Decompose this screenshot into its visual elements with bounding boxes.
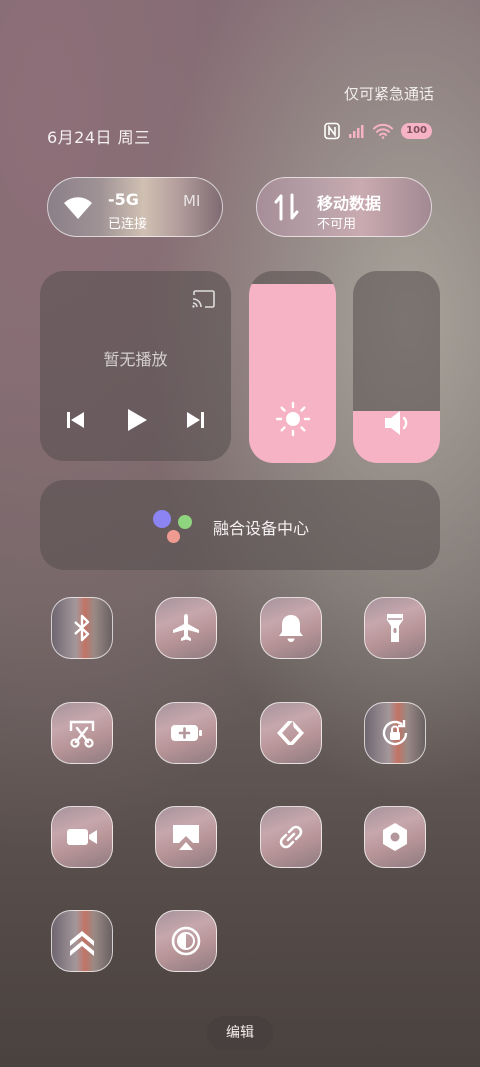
next-icon[interactable] bbox=[183, 408, 207, 432]
volume-slider[interactable] bbox=[353, 271, 440, 463]
previous-icon[interactable] bbox=[64, 408, 88, 432]
mobile-data-title: 移动数据 bbox=[317, 194, 382, 213]
screen-cast-icon bbox=[173, 825, 199, 850]
bluetooth-icon bbox=[74, 614, 90, 642]
wifi-tile[interactable]: -5G 已连接 MI bbox=[47, 177, 223, 237]
hex-nut-icon bbox=[383, 823, 407, 851]
toggle-rotation-lock[interactable] bbox=[364, 702, 426, 764]
toggle-settings[interactable] bbox=[364, 806, 426, 868]
media-player-card[interactable]: 暂无播放 bbox=[40, 271, 231, 461]
video-camera-icon bbox=[67, 829, 97, 845]
wifi-icon bbox=[64, 197, 92, 219]
toggle-performance[interactable] bbox=[51, 910, 113, 972]
fusion-label: 融合设备中心 bbox=[213, 519, 310, 538]
bell-icon bbox=[279, 615, 303, 642]
airplane-icon bbox=[173, 614, 199, 641]
nfc-icon bbox=[324, 122, 340, 140]
toggle-connect[interactable] bbox=[260, 806, 322, 868]
wifi-network-name: -5G bbox=[108, 190, 139, 209]
play-icon[interactable] bbox=[122, 406, 150, 434]
contrast-icon bbox=[171, 926, 201, 956]
toggle-continuity[interactable] bbox=[260, 702, 322, 764]
fusion-dot-purple bbox=[153, 510, 171, 528]
scissors-icon bbox=[69, 720, 95, 748]
toggle-airplane[interactable] bbox=[155, 597, 217, 659]
double-chevron-up-icon bbox=[70, 931, 94, 956]
flashlight-icon bbox=[387, 614, 403, 642]
battery-icon: 100 bbox=[401, 123, 432, 139]
speaker-icon bbox=[384, 411, 407, 435]
toggle-screen-record[interactable] bbox=[51, 806, 113, 868]
mobile-data-tile[interactable]: 移动数据 不可用 bbox=[256, 177, 432, 237]
toggle-ringer[interactable] bbox=[260, 597, 322, 659]
wifi-icon bbox=[373, 123, 394, 139]
toggle-bluetooth[interactable] bbox=[51, 597, 113, 659]
brightness-slider[interactable] bbox=[249, 271, 336, 463]
toggle-screenshot[interactable] bbox=[51, 702, 113, 764]
signal-icon bbox=[349, 125, 364, 138]
wifi-extra-text: MI bbox=[183, 192, 201, 210]
cast-icon[interactable] bbox=[191, 289, 217, 309]
mobile-data-status: 不可用 bbox=[317, 217, 357, 232]
toggle-battery-saver[interactable] bbox=[155, 702, 217, 764]
fusion-dot-green bbox=[178, 515, 192, 529]
media-title: 暂无播放 bbox=[103, 350, 168, 369]
link-icon bbox=[279, 825, 303, 849]
date-label: 6月24日 周三 bbox=[47, 128, 151, 147]
chevron-link-icon bbox=[277, 721, 304, 745]
rotation-lock-icon bbox=[382, 720, 408, 746]
toggle-dark-mode[interactable] bbox=[155, 910, 217, 972]
wifi-status: 已连接 bbox=[108, 217, 148, 232]
edit-button[interactable]: 编辑 bbox=[207, 1016, 273, 1050]
emergency-call-text: 仅可紧急通话 bbox=[343, 85, 434, 103]
battery-plus-icon bbox=[171, 725, 202, 741]
data-arrows-icon bbox=[274, 193, 299, 221]
status-icons: 100 bbox=[323, 122, 432, 140]
sun-icon bbox=[275, 401, 310, 437]
fusion-device-center[interactable]: 融合设备中心 bbox=[40, 480, 440, 570]
fusion-dot-salmon bbox=[167, 530, 180, 543]
toggle-flashlight[interactable] bbox=[364, 597, 426, 659]
toggle-cast-screen[interactable] bbox=[155, 806, 217, 868]
